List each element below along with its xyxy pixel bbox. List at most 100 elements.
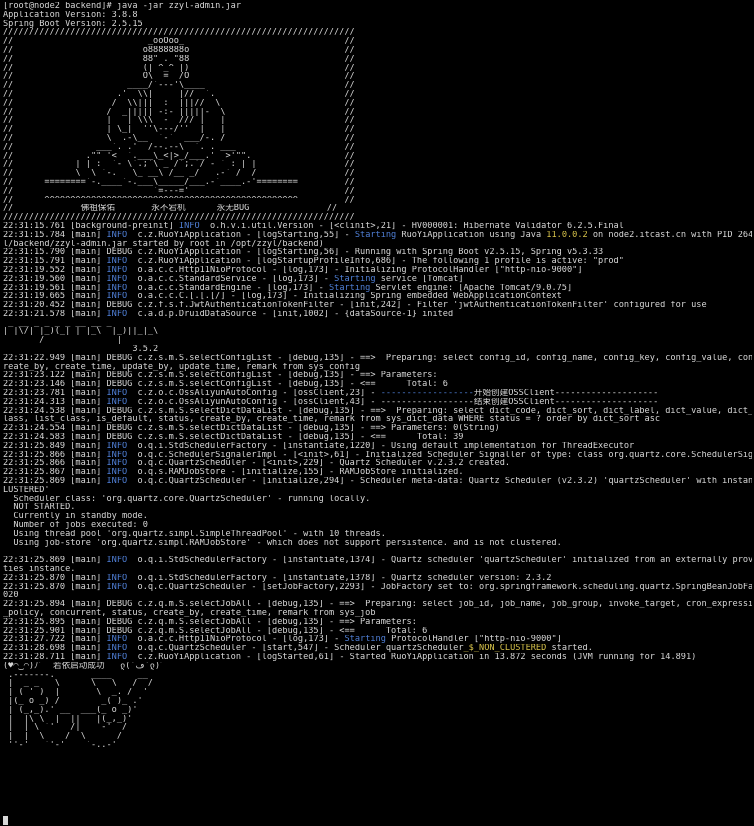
terminal-text-segment: INFO	[106, 644, 128, 653]
terminal-line: // / \\||| : |||// \ //	[3, 99, 752, 108]
terminal-text-segment: | | \ / \ /	[3, 732, 122, 741]
terminal-text-segment: LUSTERED'	[3, 485, 50, 495]
terminal-text-segment: // `=---=' //	[3, 186, 355, 196]
terminal-line: // / _||||| -:- |||||- \ //	[3, 108, 752, 117]
terminal-text-segment: // o8888888o //	[3, 45, 355, 55]
terminal-line: 22:31:27.722 [main] INFO o.a.c.c.Http11N…	[3, 635, 752, 644]
terminal-line: 22:31:25.870 [main] INFO o.q.i.StdSchedu…	[3, 574, 752, 583]
terminal-line: l/backend/zzyl-admin.jar started by root…	[3, 240, 752, 249]
terminal-line: lass, list_class, is_default, status, cr…	[3, 415, 752, 424]
terminal-text-segment: _ __ _ _ _ _ __ __ _	[3, 318, 112, 328]
terminal-text-segment: 22:31:23.781 [main]	[3, 389, 107, 398]
terminal-text-segment: // | \_| ''\---/'' | | //	[3, 125, 355, 134]
terminal-line: // _ooOoo_ //	[3, 37, 752, 46]
terminal-line: | ( ' ) | \ _. / '	[3, 688, 752, 697]
terminal-text-segment: 22:31:19.560 [main]	[3, 274, 107, 284]
terminal-text-segment: c.z.RuoYiApplication - [logStarting,55] …	[127, 230, 355, 240]
terminal-line: // | | \\\ - /// | | //	[3, 116, 752, 125]
terminal-text-segment: // / _||||| -:- |||||- \ //	[3, 107, 355, 117]
terminal-text-segment: // ___`. .' /--.--\ `. . ___ //	[3, 142, 355, 152]
terminal-text-segment: ////////////////////////////////////////…	[3, 213, 355, 222]
terminal-text-segment: 22:31:25.870 [main]	[3, 573, 107, 583]
terminal-text-segment: ------------------	[380, 389, 474, 398]
terminal-line: // | | : `- \`.;`\ _ /`;.`/ - ` : | | //	[3, 160, 752, 169]
terminal-line: (♥◠‿◠)ﾉﾞ 若依启动成功 ლ(´ڡ`ლ)ﾞ	[3, 662, 752, 671]
terminal-line: 22:31:15.790 [main] DEBUG c.z.RuoYiAppli…	[3, 248, 752, 257]
terminal-text-segment: _$_NON_CLUSTERED	[463, 644, 547, 653]
terminal-text-segment: o.a.c.c.StandardService - [log,173] -	[127, 274, 335, 284]
terminal-text-segment: 22:31:28.711 [main]	[3, 652, 107, 662]
terminal-text-segment: INFO	[106, 635, 128, 645]
terminal-line: [root@node2 backend]# java -jar zzyl-adm…	[3, 2, 752, 11]
terminal-text-segment: // O\ = /O //	[3, 72, 355, 82]
terminal-text-segment: // ."" '< `.___\_<|>_/___.' >'"". //	[3, 151, 355, 161]
terminal-text-segment: 22:31:24.313 [main]	[3, 397, 107, 407]
terminal-text-segment: INFO	[106, 257, 128, 266]
terminal-text-segment: // | | : `- \`.;`\ _ /`;.`/ - ` : | | //	[3, 160, 355, 170]
terminal-line: 22:31:24.313 [main] INFO c.z.o.c.OssAliy…	[3, 398, 752, 407]
terminal-line: // ___`. .' /--.--\ `. . ___ //	[3, 143, 752, 152]
terminal-text-segment: | |\ \ | || |(_,_)'	[3, 714, 133, 724]
terminal-line: // \ \ `-. \_ __\ /__ _/ .-` / / //	[3, 169, 752, 178]
terminal-line: // 佛祖保佑 永不宕机 永无BUG //	[3, 204, 752, 213]
terminal-cursor	[3, 816, 8, 825]
terminal-text-segment: // \ \ `-. \_ __\ /__ _/ .-` / / //	[3, 169, 355, 178]
terminal-text-segment: Starting	[344, 635, 386, 645]
terminal-text-segment: INFO	[106, 573, 128, 583]
terminal-text-segment: NOT STARTED.	[3, 503, 76, 513]
terminal-text-segment: o.q.c.QuartzScheduler - [initialize,294]…	[127, 477, 752, 486]
terminal-text-segment: Starting	[328, 283, 371, 293]
terminal-line: ties instance.	[3, 565, 752, 574]
terminal-line: // 88" . "88 //	[3, 55, 752, 64]
terminal-line: 22:31:25.895 [main] DEBUG c.z.q.m.S.sele…	[3, 618, 752, 627]
terminal-text-segment: o.h.v.i.util.Version - [<clinit>,21] - H…	[199, 221, 624, 231]
terminal-text-segment: Currently in standby mode.	[3, 512, 148, 522]
terminal-text-segment: INFO	[106, 230, 128, 240]
terminal-text-segment: 22:31:24.583 [main] DEBUG c.z.s.m.S.sele…	[3, 433, 464, 442]
terminal-text-segment: ''-' `'-' `-..-'	[3, 740, 117, 750]
terminal-line: Using thread pool 'org.quartz.simpl.Simp…	[3, 530, 752, 539]
terminal-text-segment: |(_ o _) / _( )_ .'	[3, 696, 143, 706]
terminal-text-segment: // 88" . "88 //	[3, 54, 355, 64]
terminal-text-segment: INFO	[106, 582, 128, 592]
terminal-text-segment: [root@node2 backend]# java -jar zzyl-adm…	[3, 2, 241, 11]
terminal-text-segment: 3.5.2	[3, 345, 159, 354]
terminal-text-segment: 22:31:22.949 [main] DEBUG c.z.s.m.S.sele…	[3, 353, 752, 363]
terminal-line: // (| ^_^ |) //	[3, 64, 752, 73]
terminal-line: LUSTERED'	[3, 486, 752, 495]
terminal-line: | | \ `' /| `-' /	[3, 723, 752, 732]
terminal-text-segment: c.z.o.c.OssAliyunAutoConfig - [ossClient…	[127, 389, 381, 398]
terminal-output: [root@node2 backend]# java -jar zzyl-adm…	[0, 0, 754, 750]
terminal-text-segment: INFO	[106, 652, 128, 662]
terminal-line: 22:31:24.554 [main] DEBUG c.z.s.m.S.sele…	[3, 424, 752, 433]
terminal-text-segment: c.z.o.c.OssAliyunAutoConfig - [ossClient…	[127, 397, 659, 407]
terminal-text-segment: l/backend/zzyl-admin.jar started by root…	[3, 239, 324, 249]
terminal-text-segment: o.a.c.c.Http11NioProtocol - [log,173] -	[127, 635, 345, 645]
terminal-line: // ^^^^^^^^^^^^^^^^^^^^^^^^^^^^^^^^^^^^^…	[3, 196, 752, 205]
terminal-text-segment: 22:31:25.894 [main] DEBUG c.z.q.m.S.sele…	[3, 600, 752, 609]
terminal-text-segment: 22:31:25.895 [main] DEBUG c.z.q.m.S.sele…	[3, 617, 417, 627]
terminal-text-segment: o.q.c.SchedulerSignalerImpl - [<init>,61…	[127, 450, 752, 460]
terminal-line: 22:31:24.583 [main] DEBUG c.z.s.m.S.sele…	[3, 433, 752, 442]
terminal-text-segment: 开始创建OSSClient--------------------	[473, 389, 659, 398]
terminal-text-segment: 22:31:24.538 [main] DEBUG c.z.s.m.S.sele…	[3, 406, 752, 416]
terminal-line: | |\ \ | || |(_,_)'	[3, 715, 752, 724]
terminal-line: // | \_| ''\---/'' | | //	[3, 125, 752, 134]
terminal-text-segment: INFO	[106, 556, 128, 565]
terminal-line: | | \ / \ /	[3, 732, 752, 741]
terminal-line: 22:31:19.560 [main] INFO o.a.c.c.Standar…	[3, 275, 752, 284]
terminal-window[interactable]: [root@node2 backend]# java -jar zzyl-adm…	[0, 0, 754, 826]
terminal-text-segment: 22:31:19.561 [main]	[3, 283, 107, 293]
terminal-text-segment: Scheduler class: 'org.quartz.core.Quartz…	[3, 494, 371, 504]
terminal-line: reate_by, create_time, update_by, update…	[3, 363, 752, 372]
terminal-text-segment: 22:31:15.790 [main] DEBUG c.z.RuoYiAppli…	[3, 248, 604, 258]
terminal-line: _ __ _ _ _ _ __ __ _	[3, 319, 752, 328]
terminal-line: ////////////////////////////////////////…	[3, 213, 752, 222]
terminal-text-segment: 22:31:19.665 [main]	[3, 292, 107, 302]
terminal-text-segment: o.q.i.StdSchedulerFactory - [instantiate…	[127, 441, 635, 451]
terminal-text-segment: 22:31:25.901 [main] DEBUG c.z.q.m.S.sele…	[3, 626, 428, 636]
terminal-line: 22:31:20.452 [main] DEBUG c.z.f.s.f.JwtA…	[3, 301, 752, 310]
terminal-line: ''-' `'-' `-..-'	[3, 741, 752, 750]
terminal-line: Application Version: 3.8.8	[3, 11, 752, 20]
